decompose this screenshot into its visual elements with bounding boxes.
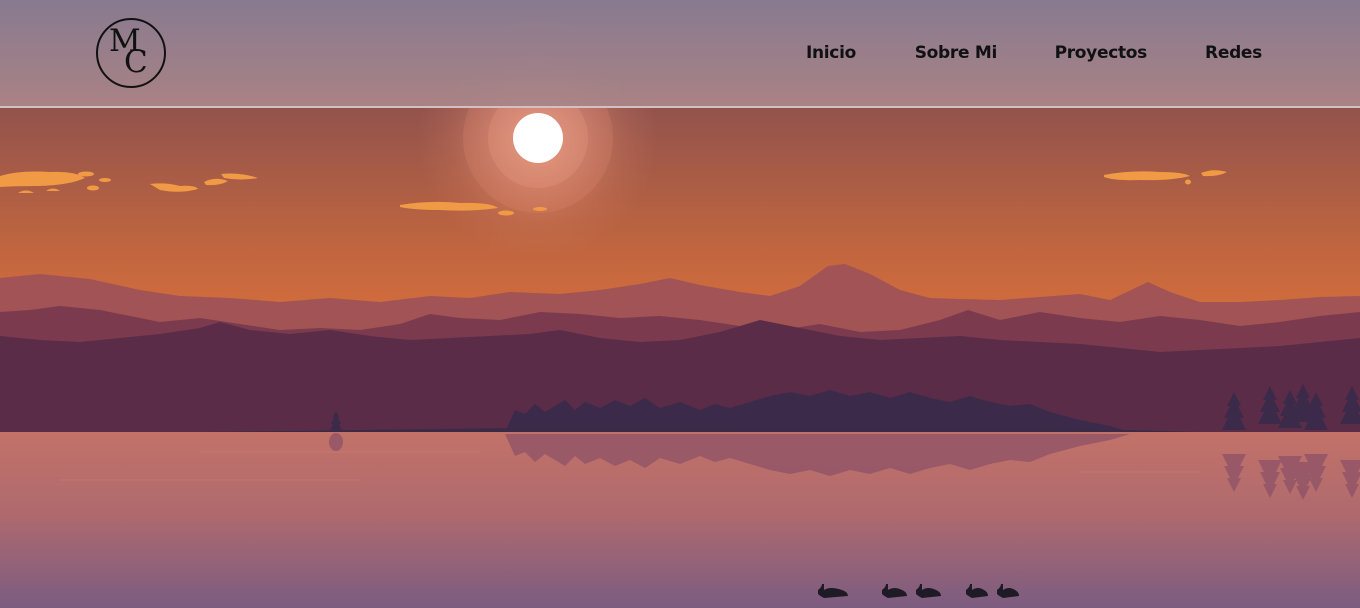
logo-link[interactable]: M C: [96, 18, 166, 88]
logo-letter-c: C: [124, 44, 148, 80]
sun-icon: [513, 113, 563, 163]
navbar: M C Inicio Sobre Mi Proyectos Redes: [0, 0, 1360, 108]
page: M C Inicio Sobre Mi Proyectos Redes: [0, 0, 1360, 608]
nav-proyectos[interactable]: Proyectos: [1055, 43, 1148, 63]
nav-inicio[interactable]: Inicio: [806, 43, 856, 63]
nav-redes[interactable]: Redes: [1205, 43, 1262, 63]
nav-sobre-mi[interactable]: Sobre Mi: [915, 43, 998, 63]
